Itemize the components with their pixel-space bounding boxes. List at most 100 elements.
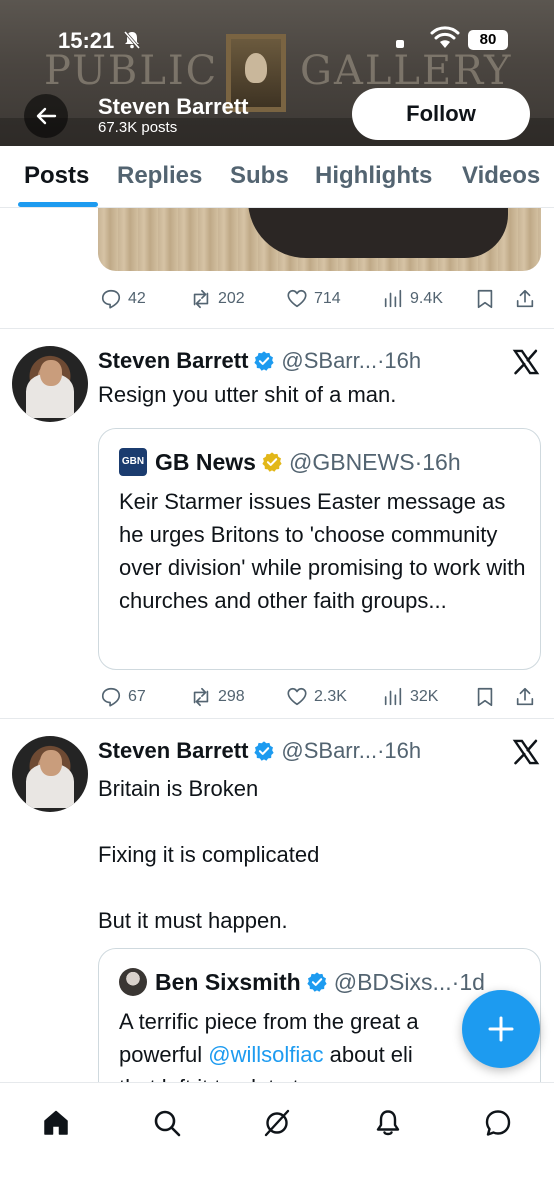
timeline[interactable]: 42 202 714 9.4K Steven Barrett @SBarr...… xyxy=(0,208,554,1082)
post-actions: 42 202 714 9.4K xyxy=(100,284,540,314)
gb-news-logo-icon: GB​N xyxy=(119,448,147,476)
grok-icon xyxy=(264,1109,290,1137)
quote-text-segment: powerful xyxy=(119,1042,209,1067)
home-icon xyxy=(44,1110,68,1135)
reply-button[interactable]: 67 xyxy=(100,682,146,712)
author-handle[interactable]: @SBarr... xyxy=(281,738,377,764)
tab-posts[interactable]: Posts xyxy=(24,162,89,190)
tweet-time[interactable]: 16h xyxy=(384,738,421,764)
repost-icon xyxy=(193,289,209,309)
nav-messages[interactable] xyxy=(476,1101,520,1145)
tweet-time[interactable]: 16h xyxy=(384,348,421,374)
avatar[interactable] xyxy=(12,736,88,812)
quote-time: 1d xyxy=(459,968,485,995)
repost-icon xyxy=(193,687,209,707)
nav-search[interactable] xyxy=(145,1101,189,1145)
separator: · xyxy=(377,738,385,763)
views-icon xyxy=(384,289,402,308)
tweet-text-line: Fixing it is complicated xyxy=(98,842,320,867)
tweet-author-line: Steven Barrett @SBarr... · 16h xyxy=(98,346,421,376)
views-icon xyxy=(384,687,402,706)
bookmark-button[interactable] xyxy=(474,284,496,314)
quote-avatar xyxy=(119,968,147,996)
signal-icon xyxy=(396,40,404,48)
tab-replies[interactable]: Replies xyxy=(117,162,202,190)
separator: · xyxy=(414,448,423,475)
arrow-left-icon xyxy=(36,107,57,125)
follow-button[interactable]: Follow xyxy=(352,88,530,140)
share-button[interactable] xyxy=(514,284,536,314)
bell-muted-icon xyxy=(123,31,141,49)
bookmark-icon xyxy=(477,687,493,707)
quote-text-line: that left it too late to see sense xyxy=(119,1071,539,1082)
message-bubble-icon xyxy=(485,1110,511,1136)
tweet[interactable]: Steven Barrett @SBarr... · 16h Resign yo… xyxy=(0,346,554,718)
profile-header: PUBLIC GALLERY 15:21 80 Steven Barrett 6… xyxy=(0,0,554,146)
avatar[interactable] xyxy=(12,346,88,422)
like-count: 2.3K xyxy=(314,688,347,705)
verified-gold-badge-icon xyxy=(262,452,282,472)
views-count: 9.4K xyxy=(410,290,443,307)
quote-text: Keir Starmer issues Easter message as he… xyxy=(119,489,526,613)
author-name[interactable]: Steven Barrett xyxy=(98,738,248,764)
heart-icon xyxy=(287,687,307,706)
tweet-text: Resign you utter shit of a man. xyxy=(98,382,397,407)
wifi-icon xyxy=(430,26,460,48)
reply-icon xyxy=(101,289,121,309)
quote-author-name: GB News xyxy=(155,448,256,475)
tab-videos[interactable]: Videos xyxy=(462,162,540,190)
mention-link[interactable]: @willsolfiac xyxy=(208,1042,323,1067)
repost-count: 298 xyxy=(218,688,245,705)
profile-tabs: Posts Replies Subs Highlights Videos xyxy=(0,146,554,208)
like-button[interactable]: 2.3K xyxy=(286,682,347,712)
divider xyxy=(0,328,554,329)
active-tab-indicator xyxy=(18,202,98,207)
share-icon xyxy=(516,687,534,706)
plus-icon xyxy=(488,1016,514,1042)
quote-author-handle: @GBNEWS xyxy=(288,448,415,475)
nav-home[interactable] xyxy=(34,1101,78,1145)
heart-icon xyxy=(287,289,307,308)
quoted-tweet[interactable]: GB​N GB News @GBNEWS · 16h Keir Starmer … xyxy=(98,428,541,670)
views-button[interactable]: 32K xyxy=(382,682,438,712)
quote-author-name: Ben Sixsmith xyxy=(155,968,301,995)
x-logo-icon xyxy=(512,739,540,765)
tab-subs[interactable]: Subs xyxy=(230,162,289,190)
nav-grok[interactable] xyxy=(255,1101,299,1145)
status-time: 15:21 xyxy=(58,28,115,53)
share-icon xyxy=(516,289,534,308)
nav-notifications[interactable] xyxy=(366,1101,410,1145)
reply-count: 67 xyxy=(128,688,146,705)
compose-post-button[interactable] xyxy=(462,990,540,1068)
search-icon xyxy=(154,1110,181,1137)
like-button[interactable]: 714 xyxy=(286,284,341,314)
separator: · xyxy=(451,968,460,995)
reply-button[interactable]: 42 xyxy=(100,284,146,314)
quote-text-segment: about eli xyxy=(323,1042,413,1067)
post-media-image[interactable] xyxy=(98,208,541,271)
quote-author-handle: @BDSixs... xyxy=(333,968,452,995)
author-name[interactable]: Steven Barrett xyxy=(98,348,248,374)
quote-author-line: GB​N GB News @GBNEWS · 16h xyxy=(119,447,461,477)
repost-button[interactable]: 298 xyxy=(190,682,245,712)
tweet-author-line: Steven Barrett @SBarr... · 16h xyxy=(98,736,421,766)
tab-highlights[interactable]: Highlights xyxy=(315,162,432,190)
tweet-text-line: Britain is Broken xyxy=(98,776,259,801)
profile-post-count: 67.3K posts xyxy=(98,119,178,136)
bookmark-button[interactable] xyxy=(474,682,496,712)
reply-count: 42 xyxy=(128,290,146,307)
bookmark-icon xyxy=(477,289,493,309)
tweet-text-line: But it must happen. xyxy=(98,908,288,933)
verified-badge-icon xyxy=(254,351,275,371)
status-bar: 15:21 80 xyxy=(0,0,554,64)
back-button[interactable] xyxy=(24,94,68,138)
share-button[interactable] xyxy=(514,682,536,712)
author-handle[interactable]: @SBarr... xyxy=(281,348,377,374)
views-count: 32K xyxy=(410,688,439,705)
like-count: 714 xyxy=(314,290,341,307)
views-button[interactable]: 9.4K xyxy=(382,284,443,314)
tweet-actions: 67 298 2.3K 32K xyxy=(100,682,540,712)
separator: · xyxy=(377,348,385,373)
repost-button[interactable]: 202 xyxy=(190,284,245,314)
profile-name: Steven Barrett xyxy=(98,94,249,119)
